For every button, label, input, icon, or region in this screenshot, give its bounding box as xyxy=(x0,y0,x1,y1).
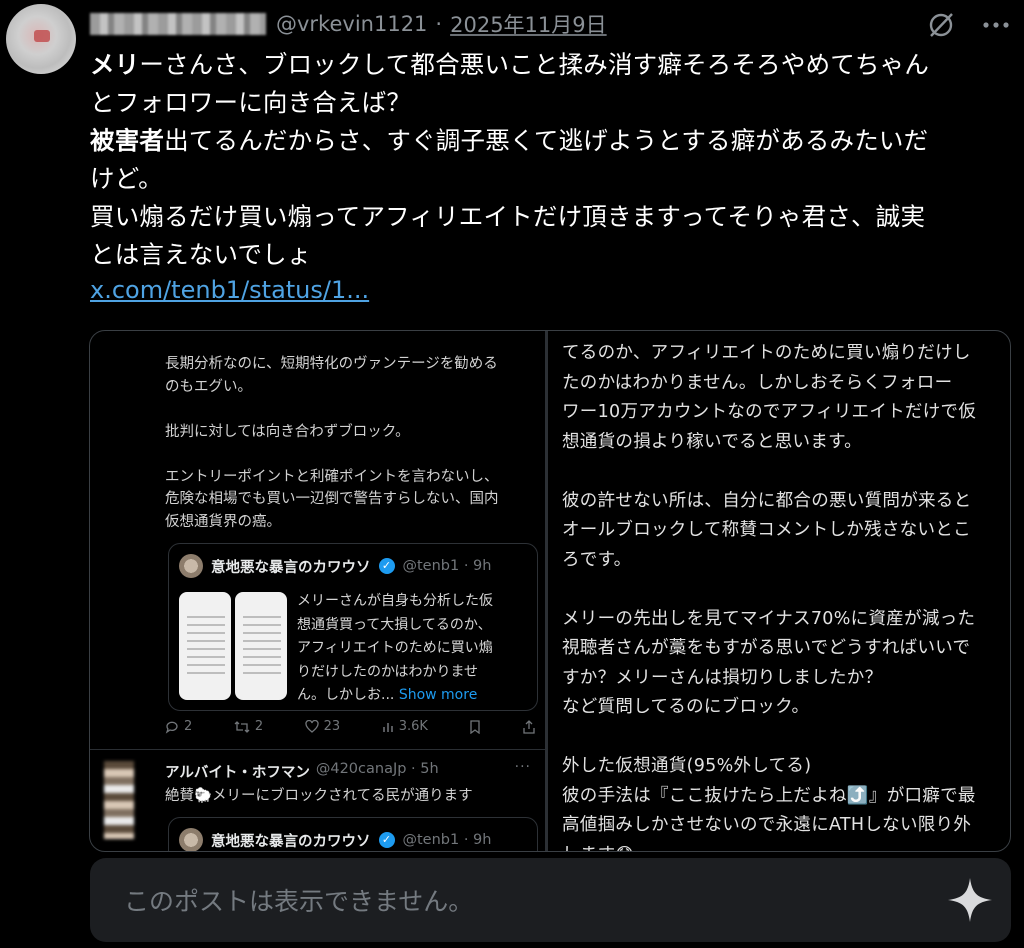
tweet-line-6: とは言えないでしょ xyxy=(90,240,312,269)
verified-badge-icon: ✓ xyxy=(378,832,395,848)
media-left-pane: 長期分析なのに、短期特化のヴァンテージを勧める のもエグい。 批判に対しては向き… xyxy=(90,331,545,851)
reply-header: アルバイト・ホフマン @420canaJp · 5h xyxy=(165,761,439,782)
embedded-repost-count: 2 xyxy=(234,719,263,734)
tweet-date[interactable]: 2025年11月9日 xyxy=(450,9,607,39)
embedded-like-count: 23 xyxy=(304,719,341,734)
tweet-line-1: ーさんさ、ブロックして都合悪いこと揉み消す癖そろそろやめてちゃん xyxy=(139,50,930,79)
media-right-text: てるのか、アフィリエイトのために買い煽りだけし たのかはわかりません。しかしおそ… xyxy=(562,343,977,851)
bookmark-icon xyxy=(469,719,481,734)
embedded-replies: 2 xyxy=(184,719,193,734)
more-horizontal-icon: ··· xyxy=(514,759,531,775)
author-avatar[interactable] xyxy=(6,4,76,74)
embedded-view-count: 3.6K xyxy=(382,719,428,734)
reply-quote-header: 意地悪な暴言のカワウソ ✓ @tenb1 · 9h xyxy=(179,828,492,851)
tweet-media-image[interactable]: 長期分析なのに、短期特化のヴァンテージを勧める のもエグい。 批判に対しては向き… xyxy=(89,330,1011,852)
share-icon xyxy=(523,719,535,734)
views-icon xyxy=(382,722,393,732)
reply-avatar xyxy=(104,761,134,839)
tweet-link[interactable]: x.com/tenb1/status/1... xyxy=(90,276,369,304)
author-display-name[interactable] xyxy=(90,13,266,35)
embedded-reply-count: 2 xyxy=(165,719,192,734)
embedded-quote-thumbnails xyxy=(179,592,287,700)
thumbnail-image xyxy=(179,592,231,700)
tweet-bold-victim: 被害者 xyxy=(90,126,165,155)
reply-author-name: アルバイト・ホフマン xyxy=(165,765,310,781)
tweet-line-3: 出てるんだからさ、すぐ調子悪くて逃げようとする癖があるみたいだ xyxy=(164,126,929,155)
embedded-action-bar: 2 2 23 3.6K xyxy=(165,719,535,734)
like-icon xyxy=(304,720,319,733)
tweet-line-5: 買い煽るだけ買い煽ってアフィリエイトだけ頂きますってそりゃ君さ、誠実 xyxy=(90,202,926,231)
embedded-quote-header: 意地悪な暴言のカワウソ ✓ @tenb1 · 9h xyxy=(179,554,491,578)
grok-slash-icon[interactable] xyxy=(926,10,956,40)
avatar xyxy=(179,554,203,578)
embedded-likes: 23 xyxy=(323,719,341,734)
embedded-reposts: 2 xyxy=(254,719,264,734)
reply-quote-card: 意地悪な暴言のカワウソ ✓ @tenb1 · 9h xyxy=(168,817,538,851)
media-left-text: 長期分析なのに、短期特化のヴァンテージを勧める のもエグい。 批判に対しては向き… xyxy=(165,356,499,530)
verified-badge-icon: ✓ xyxy=(378,558,395,574)
tweet-line-4: けど。 xyxy=(90,164,163,193)
thumbnail-image xyxy=(235,592,287,700)
sparkle-icon[interactable] xyxy=(945,875,995,929)
tweet-mention-bold: メリ xyxy=(90,50,140,79)
header-actions xyxy=(926,10,1010,40)
author-handle[interactable]: @vrkevin1121 xyxy=(276,12,427,36)
reply-author-handle: @420canaJp · 5h xyxy=(315,761,439,777)
more-horizontal-icon[interactable] xyxy=(982,20,1010,30)
reply-icon xyxy=(165,721,178,734)
reply-composer[interactable]: このポストは表示できません。 xyxy=(90,858,1011,942)
embedded-quote-card: 意地悪な暴言のカワウソ ✓ @tenb1 · 9h メリーさんが自身も分析した仮… xyxy=(168,543,538,711)
embedded-quote-name: 意地悪な暴言のカワウソ xyxy=(211,559,371,576)
embedded-quote-handle: @tenb1 · 9h xyxy=(402,558,492,574)
tweet-header: @vrkevin1121 · 2025年11月9日 xyxy=(90,8,607,40)
reply-text: 絶賛🐑メリーにブロックされてる民が通ります xyxy=(165,788,473,804)
reply-quote-handle: @tenb1 · 9h xyxy=(402,832,492,848)
divider xyxy=(90,749,545,750)
embedded-views: 3.6K xyxy=(398,719,428,734)
embedded-quote-text: メリーさんが自身も分析した仮 想通貨買って大損してるのか、 アフィリエイトのため… xyxy=(297,590,533,708)
reply-quote-name: 意地悪な暴言のカワウソ xyxy=(211,833,371,850)
tweet-line-2: とフォロワーに向き合えば？ xyxy=(90,88,412,117)
tweet-text: メリーさんさ、ブロックして都合悪いこと揉み消す癖そろそろやめてちゃん とフォロワ… xyxy=(90,46,1010,274)
header-separator: · xyxy=(435,12,443,36)
repost-icon xyxy=(234,720,250,733)
media-divider xyxy=(545,331,548,851)
avatar xyxy=(179,828,203,851)
composer-placeholder: このポストは表示できません。 xyxy=(124,887,474,916)
show-more-link: Show more xyxy=(398,687,478,703)
